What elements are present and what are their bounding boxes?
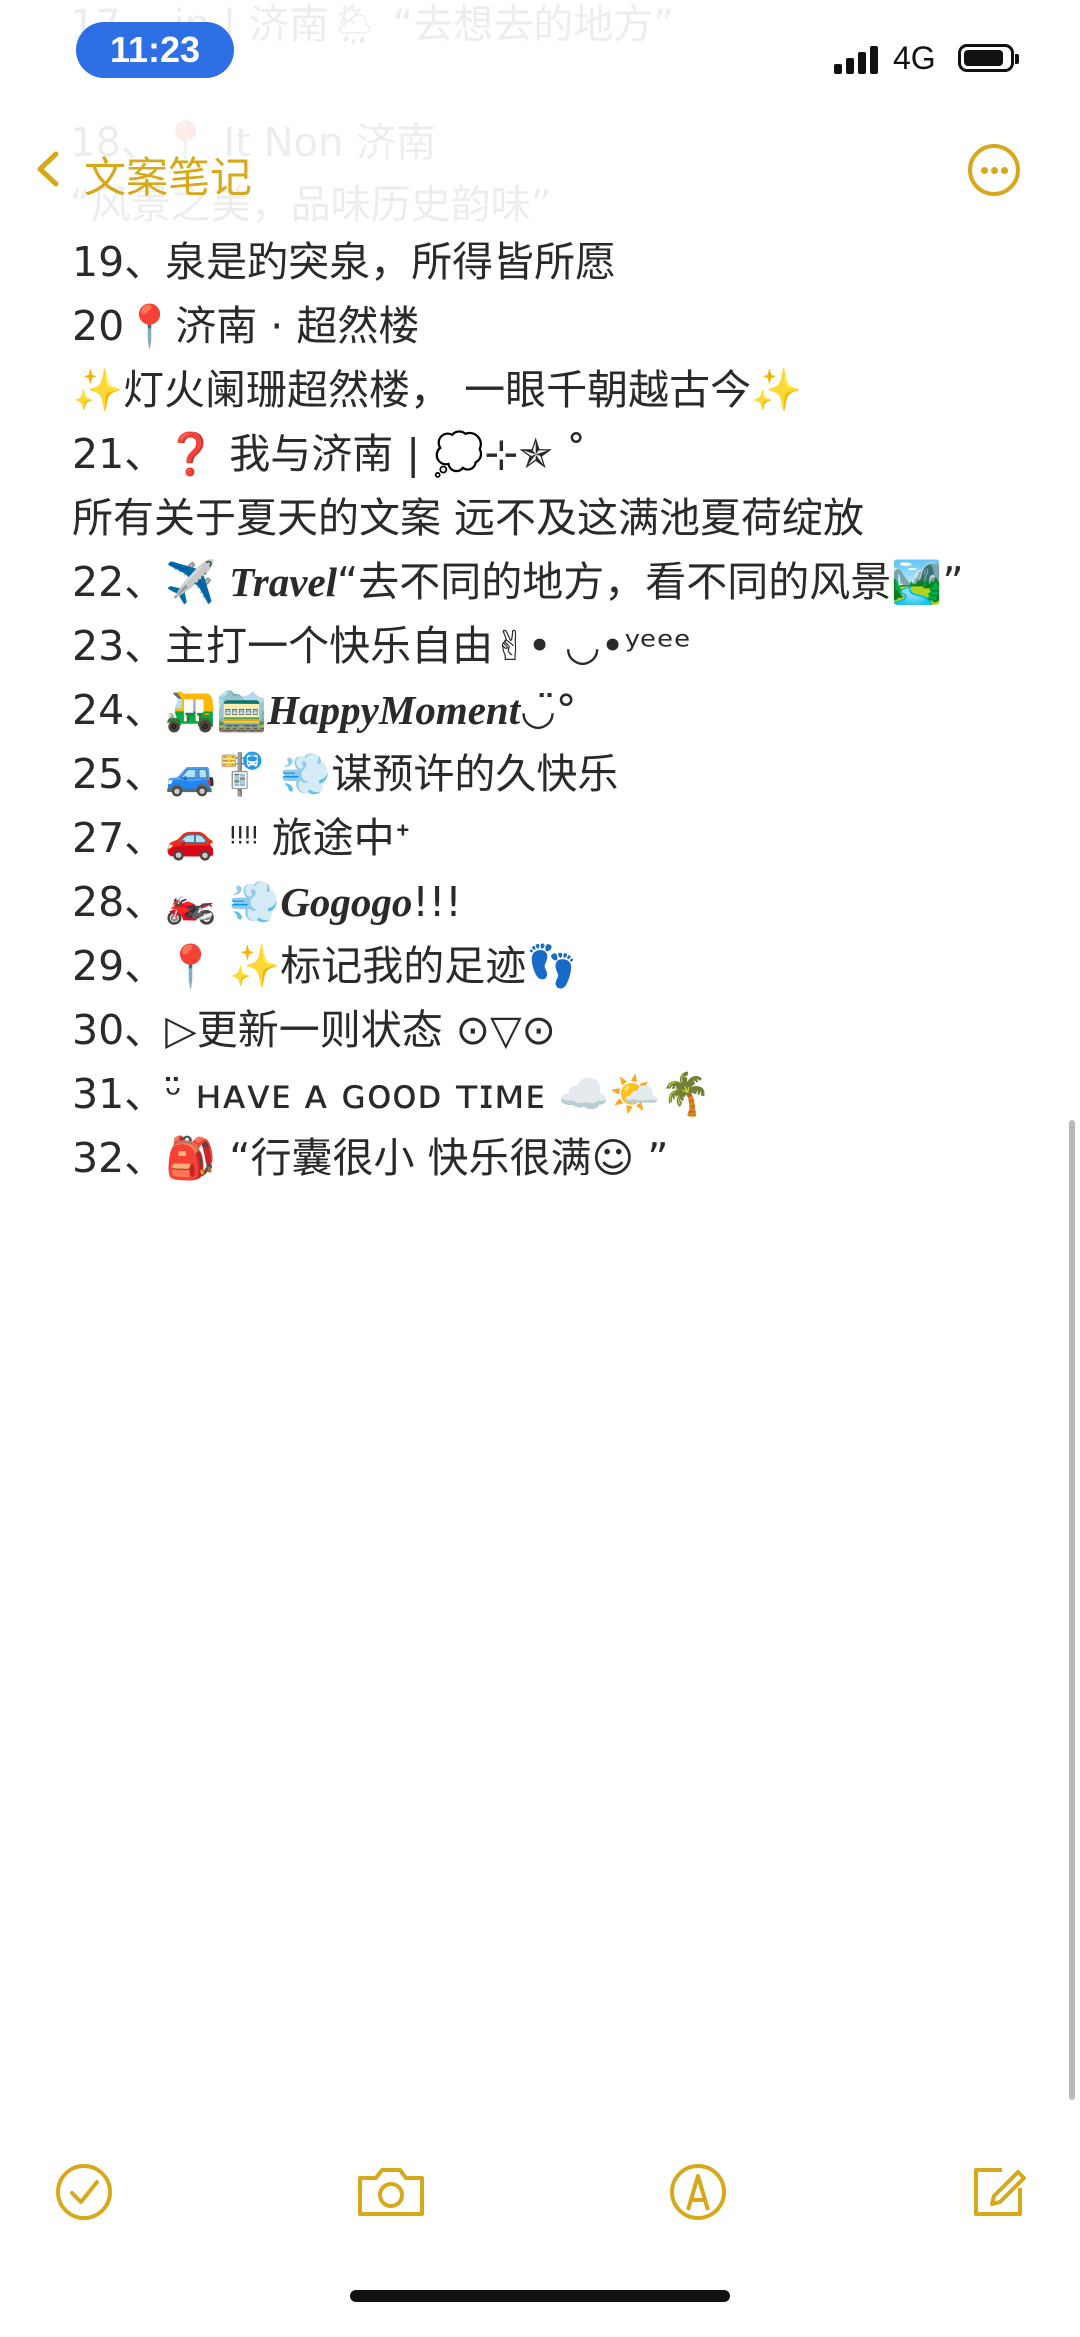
back-button-label[interactable]: 文案笔记 [84, 144, 252, 205]
bottom-toolbar [0, 2150, 1080, 2240]
note-line-22-emphasis: Travel [229, 559, 338, 605]
compose-icon[interactable] [966, 2160, 1030, 2224]
note-line-24-rest: ◡̈° [520, 686, 577, 734]
note-line-30: 30、▷更新一则状态 ⊙▽⊙ [72, 1006, 556, 1054]
more-options-icon[interactable] [968, 144, 1020, 196]
note-line-21-caption: 所有关于夏天的文案 远不及这满池夏荷绽放 [72, 494, 865, 542]
navigation-bar: 文案笔记 [0, 120, 1080, 220]
note-line-28-prefix: 28、🏍️ 💨 [72, 878, 281, 926]
home-indicator[interactable] [350, 2290, 730, 2302]
note-line-23: 23、主打一个快乐自由✌︎• ◡•ʸᵉᵉᵉ [72, 622, 692, 670]
note-line-28-emphasis: Gogogo [280, 879, 413, 925]
note-line-28: 28、🏍️ 💨Gogogo!!! [72, 870, 1012, 934]
note-line-31: 31、ᵕ̈ ʜᴀᴠᴇ ᴀ ɢᴏᴏᴅ ᴛɪᴍᴇ ☁️🌤️🌴 [72, 1070, 712, 1118]
note-line-22-prefix: 22、✈️ [72, 558, 230, 606]
note-line-22-rest: “去不同的地方，看不同的风景🏞️” [337, 558, 964, 606]
note-line-21: 21、❓ 我与济南 | 💭⊹✯ ˚ [72, 430, 587, 478]
note-line-29: 29、📍 ✨标记我的足迹👣 [72, 942, 578, 990]
note-line-27: 27、🚗 ᵎᵎᵎᵎ 旅途中ᐩ [72, 814, 411, 862]
markup-icon[interactable] [666, 2160, 730, 2224]
scroll-indicator[interactable] [1069, 1120, 1075, 2100]
note-line-32: 32、🎒 “行囊很小 快乐很满☺ ” [72, 1134, 669, 1182]
note-line-20-caption: ✨灯火阑珊超然楼， 一眼千朝越古今✨ [72, 366, 803, 414]
note-line-24-prefix: 24、🛺🚞 [72, 686, 268, 734]
checklist-icon[interactable] [52, 2160, 116, 2224]
note-line-24: 24、🛺🚞HappyMoment◡̈° [72, 678, 1012, 742]
status-bar: 11:23 4G [0, 0, 1080, 110]
back-chevron-icon[interactable] [32, 150, 70, 188]
camera-icon[interactable] [354, 2160, 428, 2224]
cellular-signal-icon [834, 46, 884, 74]
note-body[interactable]: 19、泉是趵突泉，所得皆所愿 20📍济南 · 超然楼 ✨灯火阑珊超然楼， 一眼千… [72, 230, 1012, 1190]
note-line-19: 19、泉是趵突泉，所得皆所愿 [72, 238, 617, 286]
network-type: 4G [893, 40, 936, 76]
battery-icon [958, 44, 1019, 72]
note-line-24-emphasis: HappyMoment [267, 687, 521, 733]
note-line-25: 25、🚙🚏 💨谋预许的久快乐 [72, 750, 619, 798]
note-line-22: 22、✈️ Travel“去不同的地方，看不同的风景🏞️” [72, 550, 1012, 614]
note-line-28-rest: !!! [412, 878, 462, 926]
note-line-20: 20📍济南 · 超然楼 [72, 302, 420, 350]
status-time[interactable]: 11:23 [76, 22, 234, 78]
